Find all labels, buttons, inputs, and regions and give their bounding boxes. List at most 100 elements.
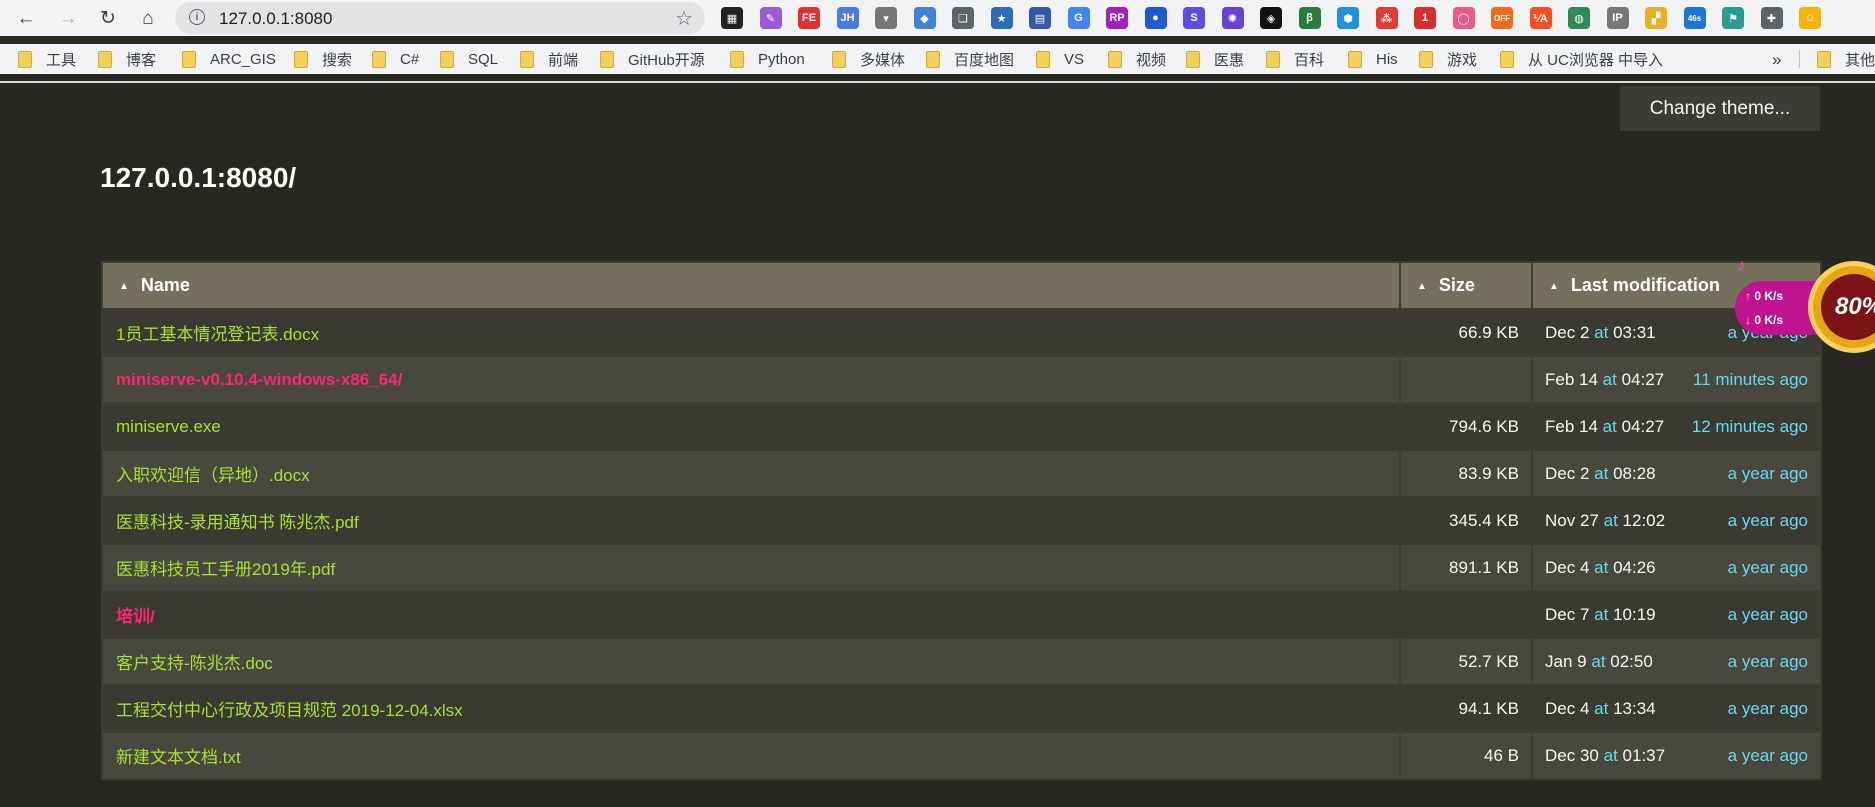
file-link[interactable]: 工程交付中心行政及项目规范 2019-12-04.xlsx [101, 684, 1401, 733]
timer-icon[interactable]: 46s [1683, 7, 1706, 29]
forward-arrow-icon[interactable]: → [56, 6, 80, 30]
bookmark-folder[interactable]: 视频 [1108, 47, 1166, 71]
quill-icon[interactable]: ✎ [759, 7, 782, 29]
file-modified: Dec 30 at 01:37 a year ago [1531, 731, 1822, 780]
modified-time: 04:27 [1621, 416, 1665, 436]
file-link[interactable]: 新建文本文档.txt [101, 731, 1401, 780]
folder-icon [18, 50, 32, 68]
modified-datetime: Dec 7 at 10:19 [1545, 605, 1656, 625]
size-column-header[interactable]: ▲ Size [1399, 261, 1533, 310]
file-link[interactable]: 1员工基本情况登记表.docx [101, 308, 1401, 357]
rp-icon[interactable]: RP [1106, 7, 1128, 29]
paint-icon[interactable]: ⚑ [1722, 7, 1744, 29]
address-bar[interactable]: i 127.0.0.1:8080 ☆ [175, 2, 705, 34]
bookmark-folder[interactable]: His [1348, 47, 1398, 71]
red-dice-icon[interactable]: ⁂ [1375, 7, 1398, 29]
modified-datetime: Jan 9 at 02:50 [1545, 652, 1653, 672]
folder-link[interactable]: miniserve-v0.10.4-windows-x86_64/ [101, 355, 1401, 404]
back-arrow-icon[interactable]: ← [14, 6, 38, 30]
folder-icon [440, 50, 454, 68]
bookmark-icon[interactable]: ❏ [952, 7, 974, 29]
bookmark-folder[interactable]: 搜索 [294, 47, 352, 71]
modified-date: Dec 7 [1545, 604, 1590, 624]
file-link[interactable]: miniserve.exe [101, 402, 1401, 451]
layers-icon[interactable]: ◈ [1260, 7, 1282, 29]
fe-helper-icon[interactable]: FE [798, 7, 820, 29]
modified-datetime: Feb 14 at 04:27 [1545, 417, 1664, 437]
bookmark-star-icon[interactable]: ☆ [675, 6, 693, 31]
firefox-like-icon[interactable]: ● [1144, 7, 1167, 29]
ring-icon[interactable]: ◯ [1452, 7, 1475, 29]
bookmark-folder[interactable]: Python [730, 47, 805, 71]
bookmark-folder[interactable]: 百度地图 [926, 47, 1014, 71]
todo-badge-icon[interactable]: 1 [1414, 7, 1436, 29]
file-link[interactable]: 客户支持-陈兆杰.doc [101, 637, 1401, 686]
puzzle-icon[interactable]: ✚ [1760, 7, 1783, 29]
address-url[interactable]: 127.0.0.1:8080 [219, 9, 332, 29]
file-size: 891.1 KB [1399, 543, 1533, 592]
file-size: 83.9 KB [1399, 449, 1533, 498]
bookmark-other-folder[interactable]: 其他书签 [1817, 47, 1875, 71]
file-link[interactable]: 医惠科技员工手册2019年.pdf [101, 543, 1401, 592]
bookmark-folder[interactable]: SQL [440, 47, 498, 71]
sun-gear-icon[interactable]: ✺ [1221, 7, 1244, 29]
modified-date: Dec 2 [1545, 322, 1590, 342]
bookmark-folder[interactable]: 工具 [18, 47, 76, 71]
s-swirl-icon[interactable]: S [1183, 7, 1205, 29]
file-link[interactable]: 入职欢迎信（异地）.docx [101, 449, 1401, 498]
globe-icon[interactable]: ◍ [1568, 7, 1590, 29]
bookmark-folder[interactable]: ARC_GIS [182, 47, 276, 71]
change-theme-button[interactable]: Change theme... [1620, 86, 1820, 131]
modified-time: 03:31 [1613, 322, 1656, 342]
table-row: miniserve-v0.10.4-windows-x86_64/Feb 14 … [101, 355, 1822, 404]
bookmark-folder[interactable]: C# [372, 47, 419, 71]
bookmark-folder[interactable]: GitHub开源 [600, 47, 705, 71]
folder-link[interactable]: 培训/ [101, 590, 1401, 639]
translate-icon[interactable]: G [1067, 7, 1090, 29]
apps-grid-icon[interactable]: ◆ [913, 7, 936, 29]
column-label: Size [1438, 275, 1475, 295]
folder-icon [1348, 50, 1362, 68]
modified-time: 02:50 [1610, 651, 1653, 671]
bookmark-folder[interactable]: 医惠 [1186, 47, 1244, 71]
bookmark-label: Python [758, 50, 805, 68]
net-speed-widget[interactable]: ♪ 0 K/s 0 K/s 80% [1735, 255, 1875, 355]
folder-icon [1186, 50, 1200, 68]
bookmark-folder[interactable]: 百科 [1266, 47, 1324, 71]
file-size [1399, 355, 1533, 404]
table-header-row: ▲ Name ▲ Size ▲ Last modification [101, 261, 1822, 310]
bookmarks-overflow-button[interactable]: » [1772, 50, 1781, 70]
overflow-chevron-icon[interactable]: ▾ [875, 7, 897, 29]
va-icon[interactable]: ⅟A [1529, 7, 1552, 29]
modified-date: Dec 2 [1545, 463, 1590, 483]
bookmark-label: ARC_GIS [210, 50, 276, 68]
bookmark-folder[interactable]: 从 UC浏览器 中导入 [1500, 47, 1663, 71]
modified-time: 10:19 [1613, 604, 1656, 624]
at-word: at [1602, 369, 1617, 389]
bookmark-folder[interactable]: VS [1036, 47, 1084, 71]
color-palette-icon[interactable]: ▞ [1645, 7, 1667, 29]
bookmark-folder[interactable]: 游戏 [1419, 47, 1477, 71]
off-icon[interactable]: OFF [1491, 7, 1513, 29]
jh-icon[interactable]: JH [836, 7, 859, 29]
file-link[interactable]: 医惠科技-录用通知书 陈兆杰.pdf [101, 496, 1401, 545]
qr-code-icon[interactable]: ▦ [721, 7, 743, 29]
site-info-icon[interactable]: i [189, 9, 205, 25]
bookmark-folder[interactable]: 多媒体 [832, 47, 905, 71]
profile-avatar-icon[interactable]: ☺ [1799, 7, 1821, 29]
hexagon-icon[interactable]: ⬢ [1337, 7, 1359, 29]
bookmark-label: 百科 [1294, 51, 1325, 69]
browser-toolbar: ← → ↻ ⌂ i 127.0.0.1:8080 ☆ ▦ ✎ FE JH ▾ ◆ ❏ ★ ▤ G R… [0, 0, 1875, 36]
download-speed: 0 K/s [1745, 313, 1783, 327]
reload-icon[interactable]: ↻ [96, 6, 120, 30]
star-manager-icon[interactable]: ★ [990, 7, 1013, 29]
modified-datetime: Dec 2 at 03:31 [1545, 323, 1656, 343]
name-column-header[interactable]: ▲ Name [101, 261, 1401, 310]
bookmark-label: 前端 [548, 51, 579, 69]
bookmark-folder[interactable]: 博客 [98, 47, 156, 71]
ip-icon[interactable]: IP [1606, 7, 1629, 29]
window-icon[interactable]: ▤ [1029, 7, 1051, 29]
bookmark-folder[interactable]: 前端 [520, 47, 578, 71]
home-icon[interactable]: ⌂ [136, 6, 160, 30]
leaf-icon[interactable]: β [1298, 7, 1321, 29]
